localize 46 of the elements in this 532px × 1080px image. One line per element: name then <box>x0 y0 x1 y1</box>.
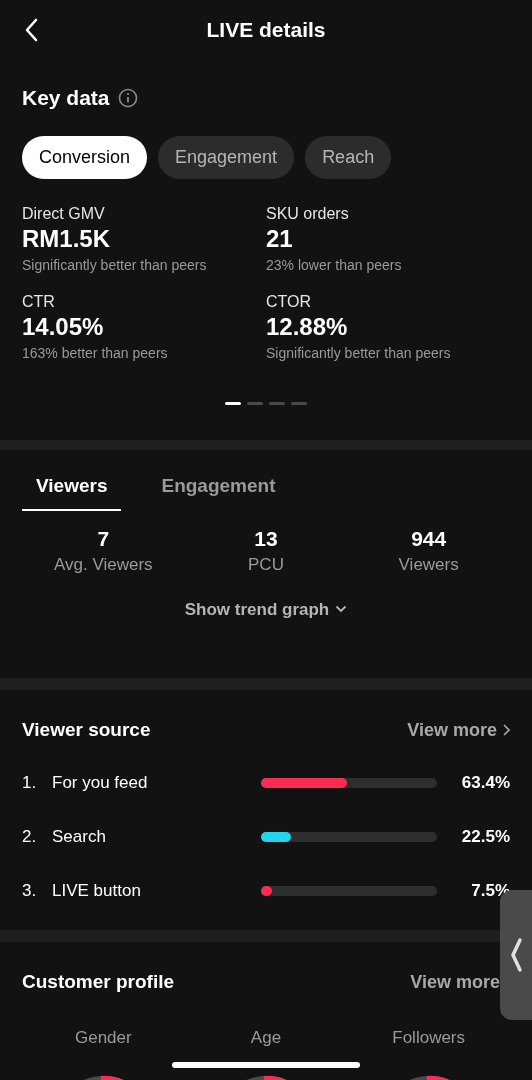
stat-label: Viewers <box>398 553 459 576</box>
metric-label: CTR <box>22 291 56 312</box>
metric-value: 12.88% <box>266 311 349 342</box>
view-more-link[interactable]: View more <box>407 716 510 744</box>
info-icon[interactable] <box>117 87 138 108</box>
stat-label: PCU <box>248 553 284 576</box>
source-percent: 22.5% <box>460 825 510 848</box>
rank-number: 2. <box>22 825 38 848</box>
rank-number: 3. <box>22 879 38 902</box>
stat-value: 7 <box>97 525 110 552</box>
source-name: LIVE button <box>52 879 142 902</box>
chart-label: Age <box>250 1026 282 1049</box>
page-indicator[interactable] <box>225 401 241 405</box>
page-title: LIVE details <box>206 17 326 44</box>
stat-value: 944 <box>411 525 447 552</box>
metric-comparison: 163% better than peers <box>22 343 169 363</box>
chevron-down-icon <box>335 605 348 614</box>
chevron-right-icon <box>503 724 510 737</box>
section-title: Customer profile <box>22 970 175 994</box>
stat-value: 13 <box>254 525 278 552</box>
chevron-left-icon <box>509 937 523 973</box>
metric-comparison: Significantly better than peers <box>22 255 208 275</box>
filter-tab[interactable]: Conversion <box>22 135 148 179</box>
source-name: Search <box>52 825 107 848</box>
filter-tab[interactable]: Engagement <box>158 135 295 179</box>
metric-value: 21 <box>266 223 294 254</box>
section-title: Viewer source <box>22 718 151 742</box>
metric-label: Direct GMV <box>22 203 106 224</box>
stat-label: Avg. Viewers <box>54 553 153 576</box>
viewers-tab[interactable]: Engagement <box>147 472 290 511</box>
view-more-link[interactable]: View more <box>410 968 500 996</box>
viewers-tab[interactable]: Viewers <box>22 472 122 511</box>
chart-label: Followers <box>392 1026 466 1049</box>
section-title: Key data <box>22 85 110 111</box>
source-percent: 63.4% <box>460 771 510 794</box>
metric-comparison: 23% lower than peers <box>266 255 403 275</box>
metric-value: RM1.5K <box>22 223 112 254</box>
metric-label: CTOR <box>266 291 313 312</box>
metric-value: 14.05% <box>22 311 105 342</box>
source-name: For you feed <box>52 771 149 794</box>
metric-label: SKU orders <box>266 203 350 224</box>
chart-label: Gender <box>74 1026 132 1049</box>
filter-tab[interactable]: Reach <box>305 135 392 179</box>
rank-number: 1. <box>22 771 38 794</box>
show-trend-button[interactable]: Show trend graph <box>184 596 348 622</box>
metric-comparison: Significantly better than peers <box>266 343 452 363</box>
